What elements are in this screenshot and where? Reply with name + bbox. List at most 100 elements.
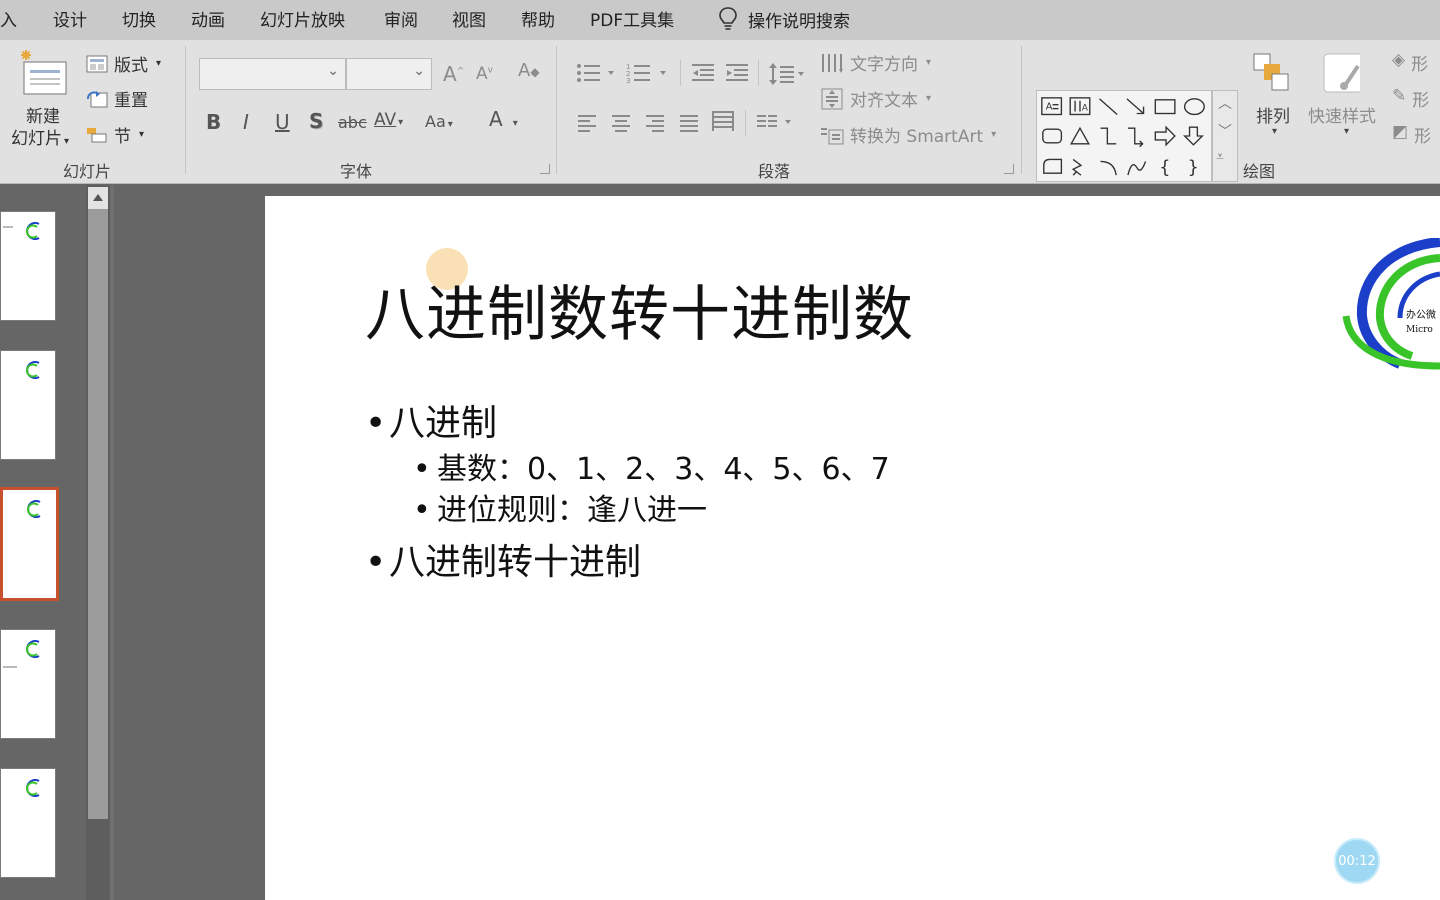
clear-formatting-icon: A◆ — [518, 60, 540, 81]
increase-indent-icon — [726, 64, 748, 81]
group-divider — [185, 46, 186, 174]
down-arrow-shape-icon — [1182, 126, 1204, 146]
char-spacing-button[interactable]: AV ▾ — [374, 110, 403, 130]
grow-font-button[interactable]: A^ — [443, 62, 464, 86]
bold-button[interactable]: B — [206, 110, 221, 134]
tell-me-label: 操作说明搜索 — [748, 11, 850, 32]
distributed-button[interactable] — [711, 109, 735, 137]
tab-transitions[interactable]: 切换 — [122, 6, 156, 31]
layout-button[interactable]: 版式 ▾ — [86, 51, 161, 76]
logo-icon — [26, 779, 40, 797]
bullet-text: 八进制转十进制 — [389, 542, 642, 583]
numbering-button[interactable]: 123 — [626, 62, 670, 88]
reset-button[interactable]: 重置 — [86, 86, 148, 111]
slide-thumbnail[interactable] — [0, 350, 56, 460]
slide-thumbnail-panel — [0, 185, 86, 900]
shape-fill-button[interactable]: ◈ 形 — [1392, 50, 1428, 75]
strikethrough-button[interactable]: abc — [338, 113, 367, 132]
tab-pdf-tools[interactable]: PDF工具集 — [590, 6, 674, 31]
shapes-gallery[interactable]: A A { } — [1036, 90, 1212, 182]
bullet-text: 基数：0、1、2、3、4、5、6、7 — [437, 452, 890, 487]
scroll-up-button[interactable] — [88, 187, 108, 209]
slide-thumbnail[interactable] — [0, 629, 56, 739]
slide-thumbnail[interactable] — [0, 768, 56, 878]
section-button[interactable]: 节 ▾ — [86, 122, 144, 147]
shapes-gallery-scroll[interactable]: ︿ ﹀ ⩡ — [1212, 90, 1238, 182]
tab-slideshow[interactable]: 幻灯片放映 — [260, 6, 345, 31]
align-left-button[interactable] — [576, 112, 598, 136]
distributed-icon — [712, 111, 734, 131]
font-size-combo[interactable]: ⌄ — [346, 58, 432, 90]
align-center-button[interactable] — [610, 112, 632, 136]
bullet-level-2[interactable]: • 进位规则：逢八进一 — [413, 485, 707, 529]
slide-title[interactable]: 八进制数转十进制数 — [365, 266, 914, 353]
slide-thumbnail-active[interactable] — [0, 487, 59, 601]
align-text-button[interactable]: 对齐文本 ▾ — [820, 86, 931, 111]
logo-icon — [26, 361, 40, 379]
svg-text:3: 3 — [626, 77, 630, 84]
increase-indent-button[interactable] — [724, 62, 750, 88]
tab-help[interactable]: 帮助 — [521, 6, 555, 31]
chevron-up-icon[interactable]: ︿ — [1218, 93, 1232, 113]
elbow-arrow-connector-shape-icon — [1127, 127, 1144, 148]
justify-icon — [680, 115, 698, 132]
group-divider — [1021, 46, 1022, 174]
logo-icon — [27, 500, 41, 518]
slide-thumbnail[interactable] — [0, 211, 56, 321]
font-family-combo[interactable]: ⌄ — [199, 58, 346, 90]
arrange-button[interactable]: 排列 ▾ — [1252, 52, 1292, 137]
chevron-down-icon[interactable]: ﹀ — [1218, 121, 1232, 141]
scrollbar-thumb[interactable] — [88, 209, 108, 819]
bullet-level-2[interactable]: • 基数：0、1、2、3、4、5、6、7 — [413, 444, 890, 488]
gallery-more-icon[interactable]: ⩡ — [1216, 149, 1224, 165]
tab-insert[interactable]: 入 — [0, 6, 17, 31]
line-spacing-button[interactable] — [768, 62, 810, 90]
align-right-button[interactable] — [644, 112, 666, 136]
columns-icon — [757, 115, 791, 127]
font-dialog-launcher[interactable] — [540, 164, 550, 174]
tab-design[interactable]: 设计 — [53, 6, 87, 31]
tab-review[interactable]: 审阅 — [384, 6, 418, 31]
thumb-text-line — [3, 226, 13, 228]
layout-label: 版式 — [114, 56, 148, 76]
bullet-text: 进位规则：逢八进一 — [437, 493, 707, 528]
thumbnail-scrollbar[interactable] — [86, 185, 110, 900]
line-shape-icon — [1099, 98, 1118, 115]
smartart-icon — [821, 127, 844, 144]
columns-button[interactable] — [755, 112, 797, 136]
bullet-level-1[interactable]: •八进制转十进制 — [365, 533, 641, 585]
bullet-level-1[interactable]: •八进制 — [365, 394, 497, 446]
shape-effects-button[interactable]: ◩ 形 — [1392, 122, 1431, 147]
grow-font-icon: A — [443, 62, 457, 86]
slide-canvas[interactable]: 八进制数转十进制数 •八进制 • 基数：0、1、2、3、4、5、6、7 • 进位规则… — [265, 196, 1440, 900]
italic-button[interactable]: I — [243, 110, 249, 134]
text-direction-button[interactable]: 文字方向 ▾ — [820, 50, 931, 75]
shape-outline-button[interactable]: ✎ 形 — [1392, 86, 1429, 111]
shadow-button[interactable]: S — [309, 109, 323, 133]
align-left-icon — [578, 115, 596, 132]
quick-styles-button[interactable]: 快速样式 ▾ — [1308, 52, 1376, 137]
numbered-list-icon: 123 — [626, 63, 666, 85]
convert-smartart-button[interactable]: 转换为 SmartArt ▾ — [820, 122, 996, 147]
new-slide-icon — [21, 50, 67, 95]
right-brace-shape-icon: } — [1188, 158, 1199, 178]
new-slide-button[interactable]: 新建 幻灯片 ▾ — [11, 48, 70, 149]
bullets-button[interactable] — [576, 62, 618, 88]
font-color-button[interactable]: A ▾ — [489, 107, 518, 131]
justify-button[interactable] — [678, 112, 700, 136]
pane-splitter[interactable] — [110, 185, 114, 900]
font-color-icon: A — [489, 107, 503, 131]
change-case-button[interactable]: Aa ▾ — [425, 112, 453, 131]
curve-shape-icon — [1127, 161, 1147, 176]
paragraph-dialog-launcher[interactable] — [1004, 164, 1014, 174]
clear-formatting-button[interactable]: A◆ — [518, 60, 540, 81]
decrease-indent-button[interactable] — [690, 62, 716, 88]
bullet-dot-icon: • — [413, 452, 431, 487]
tell-me-search[interactable]: 操作说明搜索 — [718, 6, 850, 32]
shrink-font-button[interactable]: Av — [476, 64, 493, 84]
tab-view[interactable]: 视图 — [452, 6, 486, 31]
company-logo: 办公微 Micro — [1342, 238, 1440, 370]
tab-animations[interactable]: 动画 — [191, 6, 225, 31]
separator — [758, 60, 759, 86]
underline-button[interactable]: U — [275, 110, 290, 134]
